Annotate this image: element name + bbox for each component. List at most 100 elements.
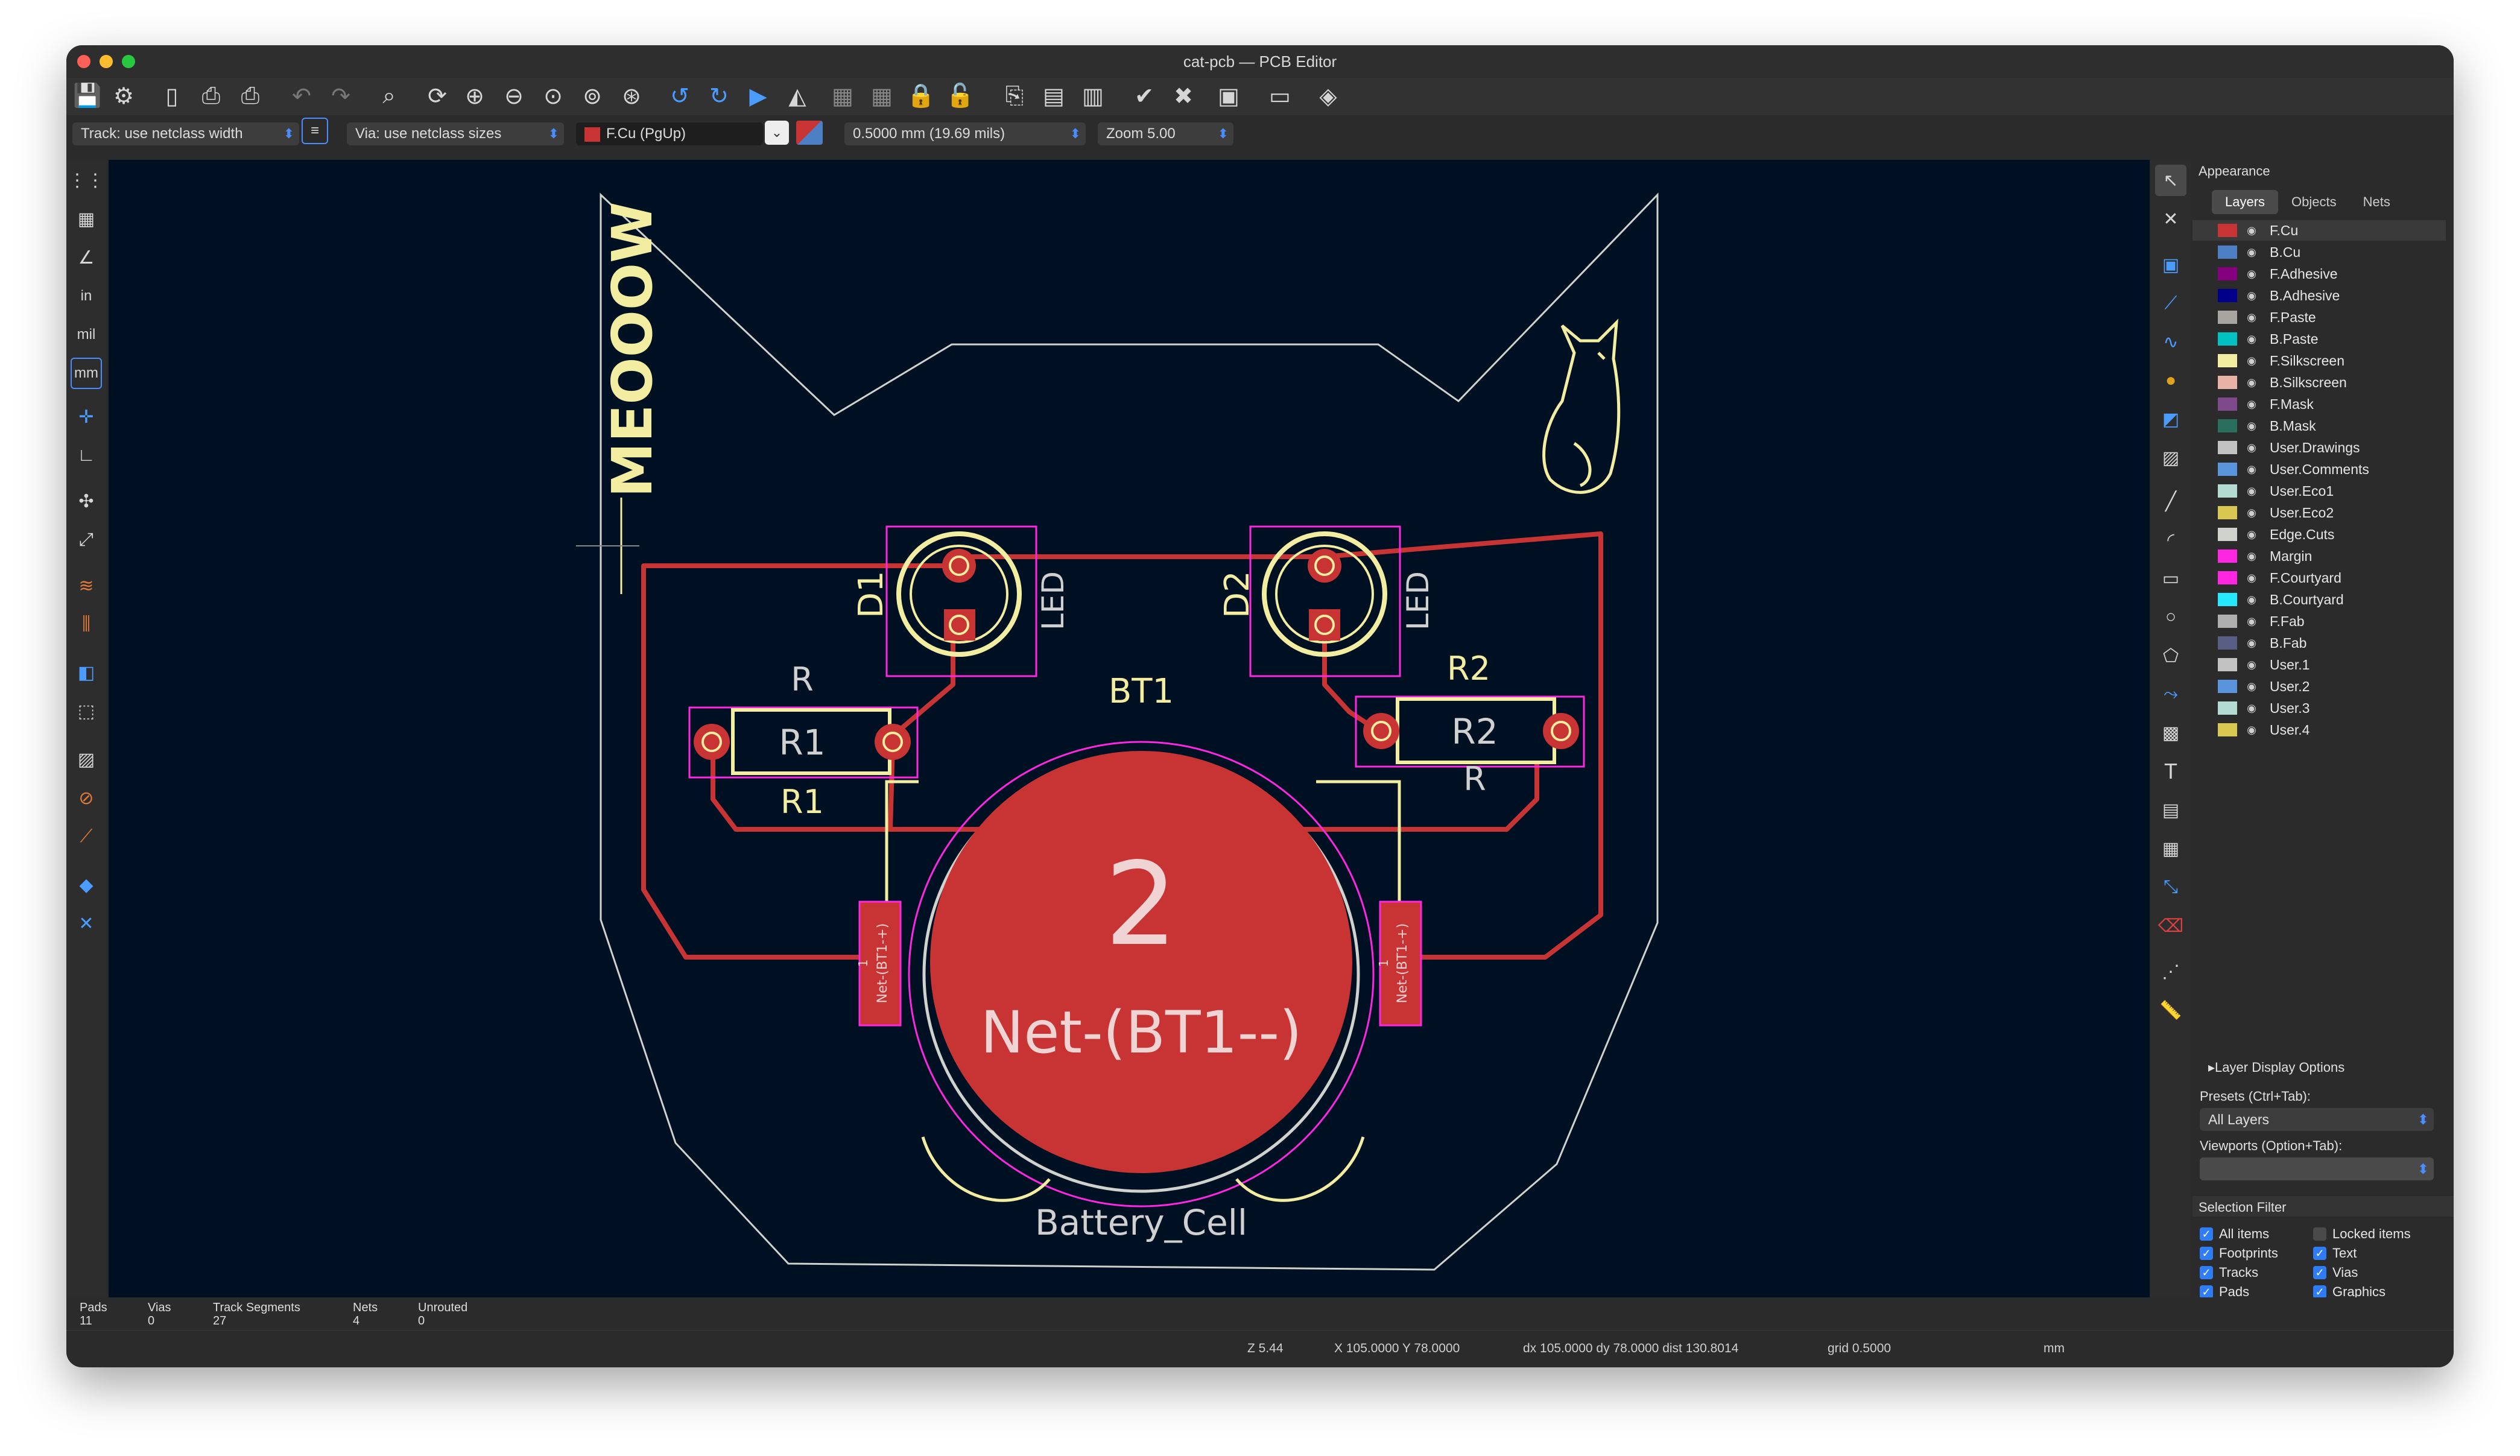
pad-fill-icon[interactable]: ▨ [71,744,102,775]
visibility-eye-icon[interactable]: ◉ [2243,593,2260,606]
layer-row[interactable]: ◉ F.Fab [2192,611,2446,631]
layer-row[interactable]: ◉ B.Courtyard [2192,589,2446,610]
layer-row[interactable]: ◉ User.2 [2192,676,2446,697]
track-fill-icon[interactable]: ⟋ [71,821,102,852]
tab-layers[interactable]: Layers [2212,190,2279,214]
lock-icon[interactable]: 🔒 [906,82,936,110]
add-via-icon[interactable]: ● [2155,365,2186,396]
layer-row[interactable]: ◉ B.Cu [2192,242,2446,262]
curved-ratsnest-icon[interactable]: ⤢ [71,524,102,555]
layers-manager-icon[interactable]: ◆ [71,869,102,901]
visibility-eye-icon[interactable]: ◉ [2243,398,2260,411]
redo-icon[interactable]: ↷ [326,82,356,110]
zone-outline-icon[interactable]: ⬚ [71,695,102,727]
layer-row[interactable]: ◉ F.Cu [2192,220,2446,241]
layer-row[interactable]: ◉ F.Paste [2192,307,2446,328]
layer-row[interactable]: ◉ Margin [2192,546,2446,566]
inspect-icon[interactable]: ✖ [1168,82,1198,110]
layer-color-swatch[interactable] [2218,441,2237,454]
layer-color-swatch[interactable] [2218,549,2237,563]
layer-row[interactable]: ◉ B.Mask [2192,416,2446,436]
filter-locked-items[interactable]: Locked items [2313,1226,2411,1242]
draw-rectangle-icon[interactable]: ▭ [2155,563,2186,594]
print-icon[interactable]: ⎙ [196,82,226,110]
draw-arc-icon[interactable]: ◜ [2155,524,2186,555]
checkbox[interactable]: ✓ [2200,1247,2213,1260]
visibility-eye-icon[interactable]: ◉ [2243,355,2260,367]
layer-color-swatch[interactable] [2218,463,2237,476]
units-mil-icon[interactable]: mil [71,319,102,350]
layer-row[interactable]: ◉ User.Eco2 [2192,502,2446,523]
checkbox[interactable] [2313,1227,2326,1241]
layer-row[interactable]: ◉ User.1 [2192,654,2446,675]
checkbox[interactable]: ✓ [2313,1285,2326,1299]
layer-row[interactable]: ◉ User.3 [2192,698,2446,718]
visibility-eye-icon[interactable]: ◉ [2243,290,2260,302]
filter-footprints[interactable]: ✓ Footprints [2200,1246,2278,1261]
visibility-eye-icon[interactable]: ◉ [2243,268,2260,280]
delete-tool-icon[interactable]: ⌫ [2155,910,2186,942]
layer-row[interactable]: ◉ F.Adhesive [2192,264,2446,284]
layer-color-swatch[interactable] [2218,528,2237,541]
layer-color-swatch[interactable] [2218,289,2237,302]
checkbox[interactable]: ✓ [2200,1266,2213,1279]
visibility-eye-icon[interactable]: ◉ [2243,246,2260,259]
visibility-eye-icon[interactable]: ◉ [2243,311,2260,324]
layer-row[interactable]: ◉ B.Silkscreen [2192,372,2446,393]
flip-icon[interactable]: ▶ [743,82,773,110]
footprint-editor-icon[interactable]: ▤ [1039,82,1069,110]
zoom-selection-icon[interactable]: ⊛ [616,82,647,110]
layer-color-swatch[interactable] [2218,571,2237,584]
add-footprint-icon[interactable]: ▣ [2155,249,2186,280]
tab-objects[interactable]: Objects [2278,190,2350,214]
board-setup-icon[interactable]: ⚙ [109,82,139,110]
checkbox[interactable]: ✓ [2313,1266,2326,1279]
layer-row[interactable]: ◉ B.Adhesive [2192,285,2446,306]
layer-color-swatch[interactable] [2218,701,2237,715]
layer-row[interactable]: ◉ F.Silkscreen [2192,350,2446,371]
layer-color-swatch[interactable] [2218,245,2237,259]
filter-vias[interactable]: ✓ Vias [2313,1265,2358,1280]
visibility-eye-icon[interactable]: ◉ [2243,376,2260,389]
layer-color-swatch[interactable] [2218,680,2237,693]
pcb-canvas[interactable]: MEOOOW D1 LED D2 LED R R1 R1 R2 R2 R BT1… [109,160,2150,1297]
tune-length-icon[interactable]: ∿ [2155,326,2186,358]
layer-color-swatch[interactable] [2218,484,2237,498]
grid-toggle-icon[interactable]: ⋮⋮ [68,165,104,196]
draw-circle-icon[interactable]: ○ [2155,601,2186,633]
add-textbox-icon[interactable]: ▤ [2155,794,2186,826]
add-rule-area-icon[interactable]: ▨ [2155,442,2186,473]
draw-line-icon[interactable]: ╱ [2155,486,2186,517]
checkbox[interactable]: ✓ [2313,1247,2326,1260]
layer-row[interactable]: ◉ User.Comments [2192,459,2446,480]
visibility-eye-icon[interactable]: ◉ [2243,615,2260,628]
save-icon[interactable]: 💾 [72,82,103,110]
add-text-icon[interactable]: T [2155,756,2186,787]
visibility-eye-icon[interactable]: ◉ [2243,637,2260,650]
layer-color-swatch[interactable] [2218,267,2237,280]
layer-color-swatch[interactable] [2218,723,2237,736]
polar-coords-icon[interactable]: ∠ [71,242,102,273]
page-settings-icon[interactable]: ▯ [157,82,187,110]
layer-color-swatch[interactable] [2218,354,2237,367]
draw-polygon-icon[interactable]: ⬠ [2155,640,2186,671]
select-tool-icon[interactable]: ↖ [2155,165,2186,196]
zoom-fit-icon[interactable]: ⊙ [538,82,568,110]
layer-color-swatch[interactable] [2218,506,2237,519]
pcb-board-drawing[interactable]: MEOOOW D1 LED D2 LED R R1 R1 R2 R2 R BT1… [109,160,2150,1297]
plot-icon[interactable]: ⎙ [235,82,265,110]
visibility-eye-icon[interactable]: ◉ [2243,333,2260,346]
zoom-in-icon[interactable]: ⊕ [460,82,490,110]
zoom-select[interactable]: Zoom 5.00 ⬍ [1098,122,1233,145]
visibility-eye-icon[interactable]: ◉ [2243,420,2260,432]
route-track-icon[interactable]: ⟋ [2155,288,2186,319]
unlock-icon[interactable]: 🔓 [945,82,975,110]
local-ratsnest-icon[interactable]: ✕ [2155,203,2186,235]
filter-all-items[interactable]: ✓ All items [2200,1226,2269,1242]
add-image-icon[interactable]: ▩ [2155,717,2186,749]
layer-color-swatch[interactable] [2218,224,2237,237]
layer-color-swatch[interactable] [2218,593,2237,606]
net-highlight-icon[interactable]: ≋ [71,570,102,601]
visibility-eye-icon[interactable]: ◉ [2243,572,2260,584]
add-zone-icon[interactable]: ◩ [2155,404,2186,435]
